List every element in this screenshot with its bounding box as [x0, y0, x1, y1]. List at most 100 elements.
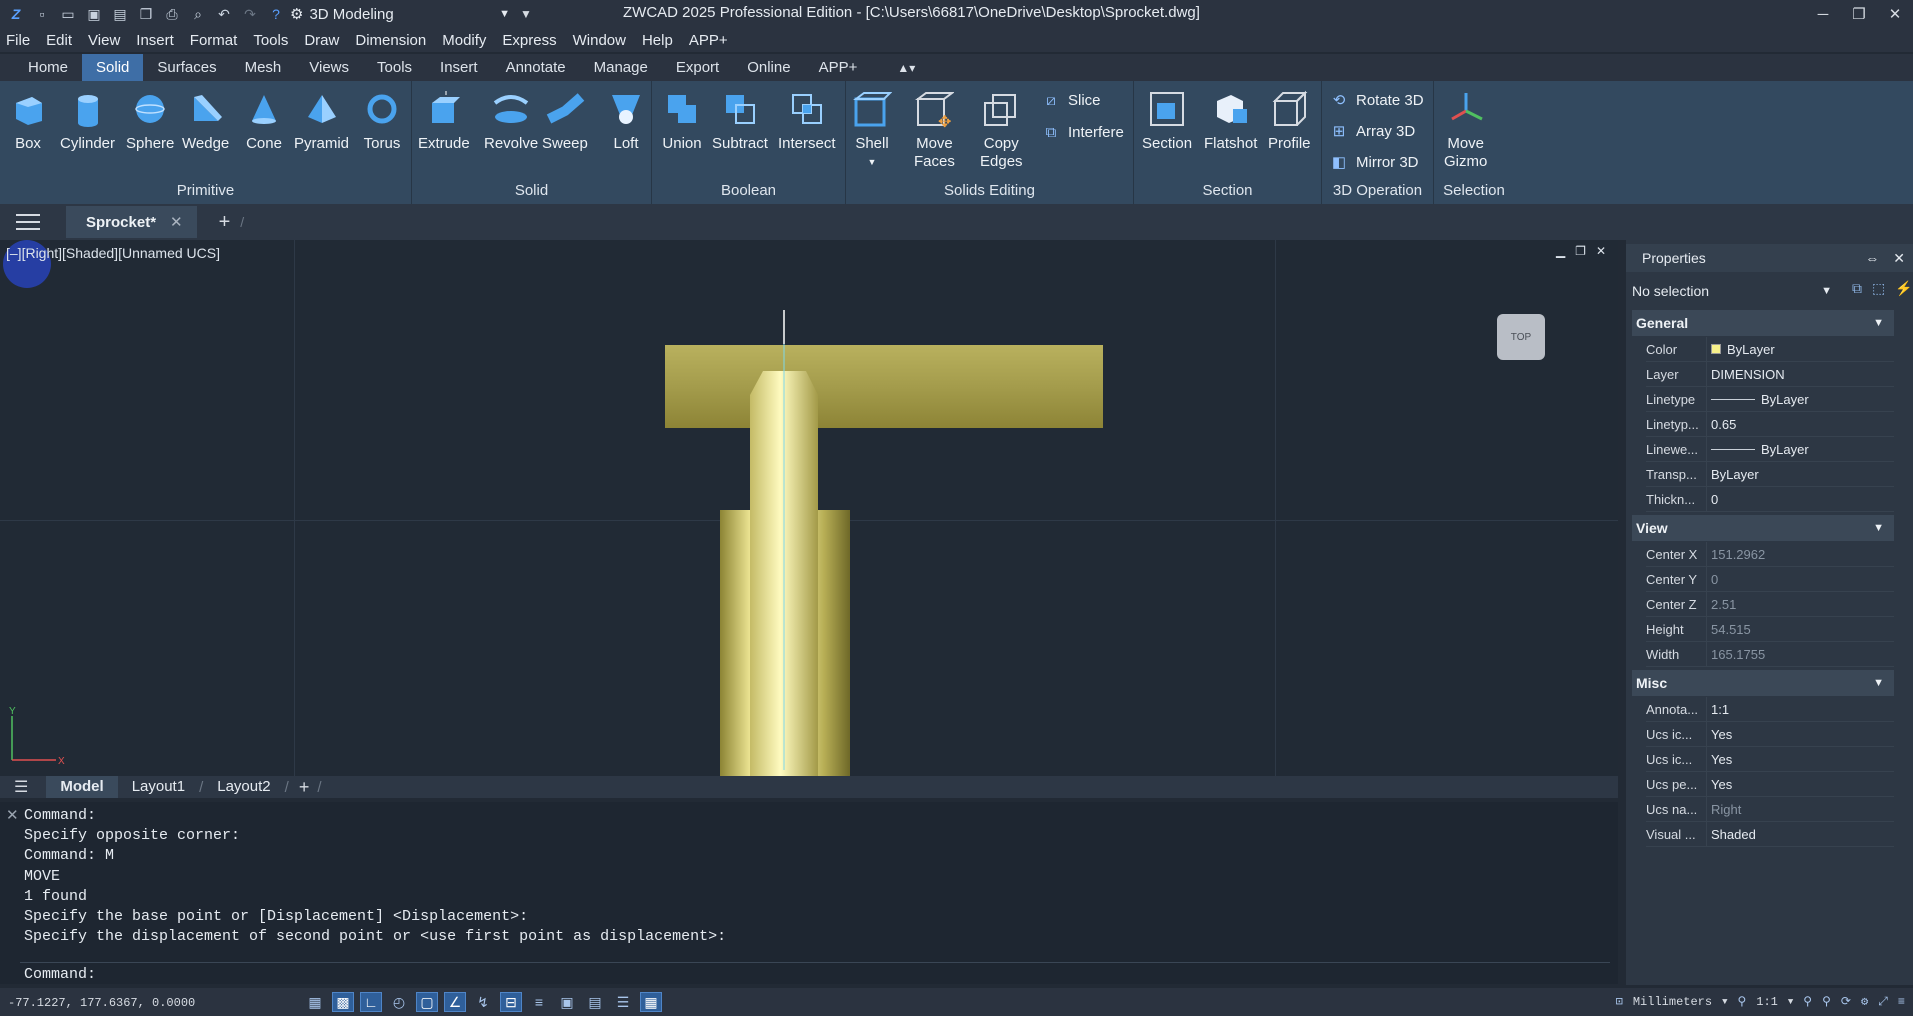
help-icon[interactable]: ? — [266, 4, 286, 24]
tab-surfaces[interactable]: Surfaces — [143, 54, 230, 81]
prop-row[interactable]: Center Z 2.51 — [1646, 591, 1894, 617]
osnap-icon[interactable]: ▢ — [416, 992, 438, 1012]
tab-layout2[interactable]: Layout2 — [203, 776, 284, 798]
copy-edges-button[interactable]: Copy Edges — [980, 89, 1023, 171]
toggle-pickadd-icon[interactable]: ⧉ — [1852, 280, 1862, 297]
copy-icon[interactable]: ❐ — [136, 4, 156, 24]
print-icon[interactable]: ⎙ — [162, 4, 182, 24]
menu-tools[interactable]: Tools — [253, 32, 288, 49]
extrude-button[interactable]: Extrude — [418, 89, 470, 153]
close-icon[interactable]: ✕ — [170, 213, 183, 231]
prop-row[interactable]: Transp... ByLayer — [1646, 461, 1894, 487]
prop-row[interactable]: Ucs na... Right — [1646, 796, 1894, 822]
redo-icon[interactable]: ↷ — [240, 4, 260, 24]
dynamic-ucs-icon[interactable]: ↯ — [472, 992, 494, 1012]
selection-dropdown[interactable]: No selection ▼ — [1632, 278, 1832, 304]
tab-layout1[interactable]: Layout1 — [118, 776, 199, 798]
prop-row[interactable]: Ucs pe... Yes — [1646, 771, 1894, 797]
union-button[interactable]: Union — [662, 89, 702, 153]
workspace-switch-icon[interactable]: ⟳ — [1841, 994, 1851, 1009]
otrack-icon[interactable]: ∠ — [444, 992, 466, 1012]
menu-express[interactable]: Express — [502, 32, 556, 49]
ortho-icon[interactable]: ∟ — [360, 992, 382, 1012]
menu-file[interactable]: File — [6, 32, 30, 49]
quick-select-icon[interactable]: ⚡ — [1895, 280, 1912, 297]
menu-draw[interactable]: Draw — [304, 32, 339, 49]
tab-manage[interactable]: Manage — [580, 54, 662, 81]
menu-app-plus[interactable]: APP+ — [689, 32, 728, 49]
torus-button[interactable]: Torus — [362, 89, 402, 153]
interfere-button[interactable]: ⧉ Interfere — [1042, 123, 1124, 141]
close-button[interactable]: ✕ — [1877, 0, 1913, 28]
section-misc[interactable]: Misc ▼ — [1632, 670, 1894, 696]
maximize-button[interactable]: ❐ — [1841, 0, 1877, 28]
rotate-3d-button[interactable]: ⟲ Rotate 3D — [1330, 91, 1424, 110]
minimize-button[interactable]: ─ — [1805, 0, 1841, 28]
model-space-icon[interactable]: ⊡ — [1616, 994, 1623, 1009]
menu-edit[interactable]: Edit — [46, 32, 72, 49]
undo-icon[interactable]: ↶ — [214, 4, 234, 24]
selection-cycling-icon[interactable]: ▤ — [584, 992, 606, 1012]
prop-row[interactable]: Annota... 1:1 — [1646, 696, 1894, 722]
sprocket-model[interactable] — [0, 240, 1618, 776]
move-faces-button[interactable]: ✥ Move Faces — [914, 89, 955, 171]
prop-row[interactable]: Color ByLayer — [1646, 336, 1894, 362]
preview-icon[interactable]: ⌕ — [188, 4, 208, 24]
open-icon[interactable]: ▭ — [58, 4, 78, 24]
menu-help[interactable]: Help — [642, 32, 673, 49]
tab-model[interactable]: Model — [46, 776, 118, 798]
shell-button[interactable]: Shell ▼ — [852, 89, 892, 171]
menu-icon[interactable] — [14, 211, 42, 233]
doc-tab-sprocket[interactable]: Sprocket* ✕ — [66, 206, 197, 238]
annotation-scale-icon[interactable]: ⚲ — [1737, 994, 1746, 1009]
dynamic-input-icon[interactable]: ⊟ — [500, 992, 522, 1012]
prop-row[interactable]: Ucs ic... Yes — [1646, 746, 1894, 772]
prop-row[interactable]: Layer DIMENSION — [1646, 361, 1894, 387]
sphere-button[interactable]: Sphere — [126, 89, 174, 153]
layout-menu-icon[interactable]: ☰ — [14, 777, 28, 797]
settings-icon[interactable]: ⚙ — [1861, 994, 1868, 1009]
tab-solid[interactable]: Solid — [82, 54, 144, 81]
save-as-icon[interactable]: ▤ — [110, 4, 130, 24]
new-tab-button[interactable]: + — [219, 211, 231, 234]
flatshot-button[interactable]: Flatshot — [1204, 89, 1257, 153]
menu-view[interactable]: View — [88, 32, 120, 49]
workspace-select[interactable]: ⚙ 3D Modeling ▼ — [290, 3, 510, 25]
prop-row[interactable]: Linewe... ByLayer — [1646, 436, 1894, 462]
select-objects-icon[interactable]: ⬚ — [1872, 280, 1885, 297]
mirror-3d-button[interactable]: ◧ Mirror 3D — [1330, 153, 1419, 172]
cylinder-button[interactable]: Cylinder — [60, 89, 115, 153]
annotation-visibility-icon[interactable]: ⚲ — [1803, 994, 1812, 1009]
profile-button[interactable]: Profile — [1268, 89, 1311, 153]
tab-insert[interactable]: Insert — [426, 54, 492, 81]
move-gizmo-button[interactable]: Move Gizmo — [1444, 89, 1487, 171]
tab-app-plus[interactable]: APP+ — [805, 54, 872, 81]
sweep-button[interactable]: Sweep — [542, 89, 588, 153]
customize-icon[interactable]: ≡ — [1898, 995, 1905, 1009]
close-icon[interactable]: ✕ — [1893, 250, 1905, 267]
prop-row[interactable]: Center Y 0 — [1646, 566, 1894, 592]
polar-icon[interactable]: ◴ — [388, 992, 410, 1012]
add-layout-button[interactable]: + — [299, 777, 310, 798]
tab-views[interactable]: Views — [295, 54, 363, 81]
slice-button[interactable]: ⧄ Slice — [1042, 91, 1100, 109]
revolve-button[interactable]: Revolve — [484, 89, 538, 153]
command-input[interactable]: Command: — [24, 966, 96, 983]
tab-tools[interactable]: Tools — [363, 54, 426, 81]
scale-label[interactable]: 1:1 — [1756, 995, 1778, 1009]
units-label[interactable]: Millimeters — [1633, 995, 1712, 1009]
tab-export[interactable]: Export — [662, 54, 733, 81]
ribbon-options-icon[interactable]: ▲▾ — [897, 61, 915, 75]
tab-mesh[interactable]: Mesh — [231, 54, 296, 81]
app-logo-icon[interactable]: Z — [6, 4, 26, 24]
array-3d-button[interactable]: ⊞ Array 3D — [1330, 122, 1415, 141]
tab-online[interactable]: Online — [733, 54, 804, 81]
menu-window[interactable]: Window — [573, 32, 626, 49]
tab-annotate[interactable]: Annotate — [492, 54, 580, 81]
lineweight-icon[interactable]: ≡ — [528, 992, 550, 1012]
menu-dimension[interactable]: Dimension — [355, 32, 426, 49]
prop-row[interactable]: Ucs ic... Yes — [1646, 721, 1894, 747]
pyramid-button[interactable]: Pyramid — [294, 89, 349, 153]
prop-row[interactable]: Thickn... 0 — [1646, 486, 1894, 512]
section-view[interactable]: View ▼ — [1632, 515, 1894, 541]
